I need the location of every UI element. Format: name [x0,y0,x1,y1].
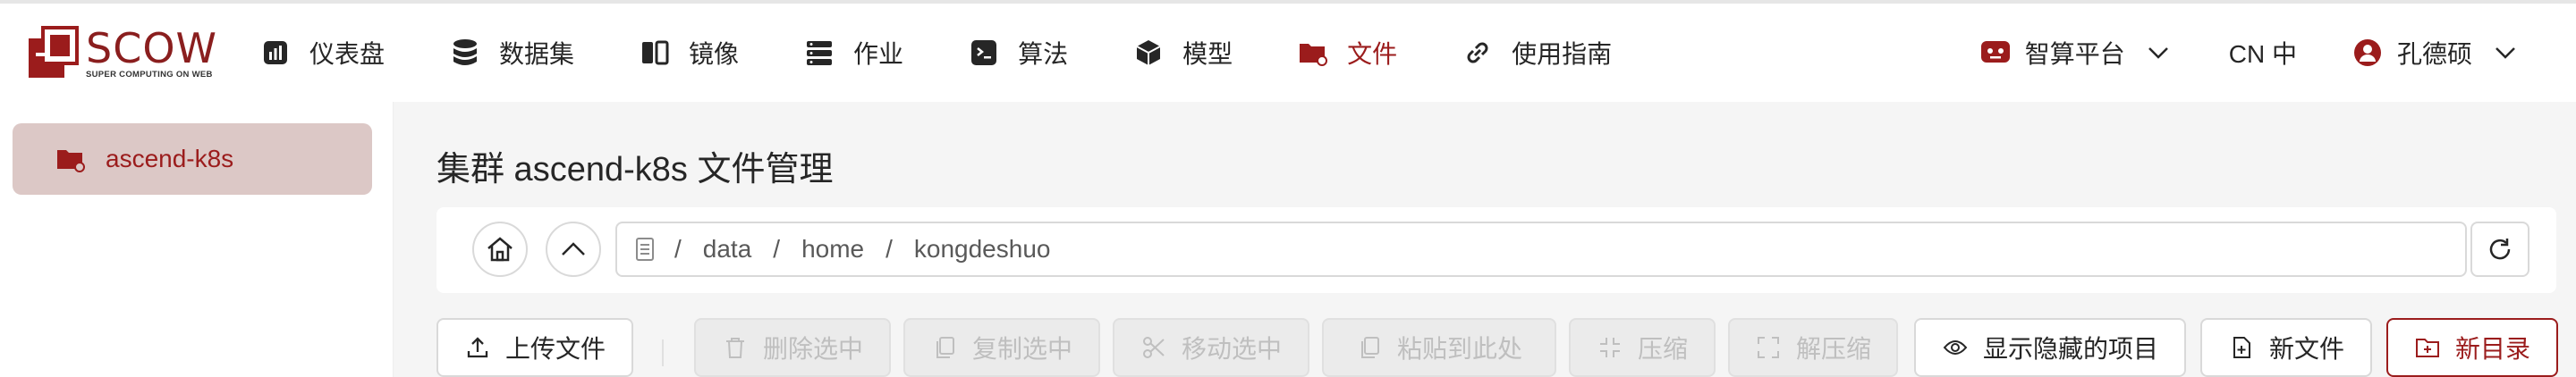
nav-item-dashboard[interactable]: 仪表盘 [259,4,385,102]
paste-here-button[interactable]: 粘贴到此处 [1322,318,1556,377]
delete-selected-button[interactable]: 删除选中 [694,318,891,377]
nav-label-datasets: 数据集 [499,40,575,68]
eye-icon [1942,334,1969,361]
page-title: 集群 ascend-k8s 文件管理 [436,151,834,188]
copy-icon [931,334,958,361]
folder-icon [55,143,88,175]
upload-file-button[interactable]: 上传文件 [436,318,633,377]
decompress-label: 解压缩 [1795,335,1871,363]
path-separator: / [674,235,682,263]
link-icon [1462,37,1494,69]
path-input[interactable]: / data / home / kongdeshuo [615,222,2467,277]
toolbar-divider [662,339,664,366]
path-separator: / [773,235,781,263]
user-menu[interactable]: 孔德硕 [2351,35,2522,71]
upload-file-label: 上传文件 [504,335,606,363]
nav-label-files: 文件 [1347,40,1398,68]
file-toolbar: 上传文件 删除选中 复制选中 移动选中 粘贴到此处 压缩 解压缩 显示隐藏的项目… [436,306,2576,377]
nav-item-models[interactable]: 模型 [1132,4,1233,102]
robot-icon [1979,36,2012,70]
top-navbar: SCOW SUPER COMPUTING ON WEB 仪表盘 数据集 镜像 作… [0,4,2576,102]
new-directory-label: 新目录 [2454,335,2530,363]
sidebar-item-ascend-k8s[interactable]: ascend-k8s [13,123,372,195]
nav-item-guide[interactable]: 使用指南 [1462,4,1612,102]
new-file-label: 新文件 [2268,335,2344,363]
algorithm-icon [968,37,1000,69]
right-nav: 智算平台 CN 中 孔德硕 [1979,4,2576,102]
path-segment-user[interactable]: kongdeshuo [914,235,1051,264]
chevron-down-icon [2141,36,2175,70]
nav-item-images[interactable]: 镜像 [639,4,739,102]
refresh-icon [2489,239,2511,260]
logo-subtitle: SUPER COMPUTING ON WEB [86,69,213,80]
nav-label-models: 模型 [1182,40,1233,68]
home-icon [487,237,513,262]
user-name: 孔德硕 [2396,40,2472,68]
user-avatar-icon [2351,36,2385,70]
sidebar-item-label: ascend-k8s [106,145,234,172]
home-button[interactable] [472,222,528,277]
server-icon [636,238,654,261]
go-up-button[interactable] [546,222,601,277]
language-label: CN 中 [2228,40,2297,68]
copy-selected-label: 复制选中 [971,335,1072,363]
scow-logo-mark-icon [27,26,79,81]
sidebar: ascend-k8s [0,102,394,377]
image-icon [639,37,671,69]
job-icon [803,37,835,69]
compress-button[interactable]: 压缩 [1569,318,1716,377]
nav-item-algorithms[interactable]: 算法 [968,4,1068,102]
nav-label-guide: 使用指南 [1512,40,1613,68]
path-bar: / data / home / kongdeshuo [436,207,2556,293]
upload-icon [464,334,491,361]
folder-icon [1297,37,1329,69]
new-folder-icon [2414,334,2441,361]
platform-label: 智算平台 [2024,40,2125,68]
main-content: 集群 ascend-k8s 文件管理 / data / home / kongd… [394,102,2576,377]
scissors-icon [1140,334,1167,361]
language-switcher[interactable]: CN 中 [2229,35,2297,71]
platform-switcher[interactable]: 智算平台 [1979,35,2175,71]
path-segment-data[interactable]: data [703,235,752,264]
nav-item-files[interactable]: 文件 [1297,4,1397,102]
main-nav: 仪表盘 数据集 镜像 作业 算法 模型 文件 使用指南 [259,4,1676,102]
nav-label-jobs: 作业 [853,40,904,68]
copy-selected-button[interactable]: 复制选中 [903,318,1100,377]
new-file-icon [2228,334,2255,361]
chevron-down-icon [2488,36,2522,70]
dashboard-icon [259,37,292,69]
path-separator: / [886,235,893,263]
show-hidden-button[interactable]: 显示隐藏的项目 [1914,318,2186,377]
show-hidden-label: 显示隐藏的项目 [1982,335,2158,363]
nav-label-images: 镜像 [689,40,740,68]
path-segment-home[interactable]: home [801,235,864,264]
chevron-up-icon [562,242,585,256]
paste-here-label: 粘贴到此处 [1396,335,1522,363]
model-cube-icon [1132,37,1165,69]
refresh-button[interactable] [2470,222,2529,277]
database-icon [449,37,481,69]
compress-label: 压缩 [1637,335,1688,363]
compress-icon [1597,334,1623,361]
trash-icon [722,334,749,361]
move-selected-button[interactable]: 移动选中 [1113,318,1309,377]
nav-item-jobs[interactable]: 作业 [803,4,903,102]
nav-label-dashboard: 仪表盘 [309,40,386,68]
move-selected-label: 移动选中 [1181,335,1282,363]
delete-selected-label: 删除选中 [762,335,863,363]
decompress-button[interactable]: 解压缩 [1728,318,1898,377]
paste-icon [1356,334,1383,361]
new-file-button[interactable]: 新文件 [2200,318,2372,377]
nav-item-datasets[interactable]: 数据集 [449,4,574,102]
nav-label-algorithms: 算法 [1018,40,1069,68]
expand-icon [1755,334,1782,361]
logo-title: SCOW [86,23,218,72]
new-directory-button[interactable]: 新目录 [2386,318,2558,377]
scow-logo[interactable]: SCOW SUPER COMPUTING ON WEB [27,23,216,84]
